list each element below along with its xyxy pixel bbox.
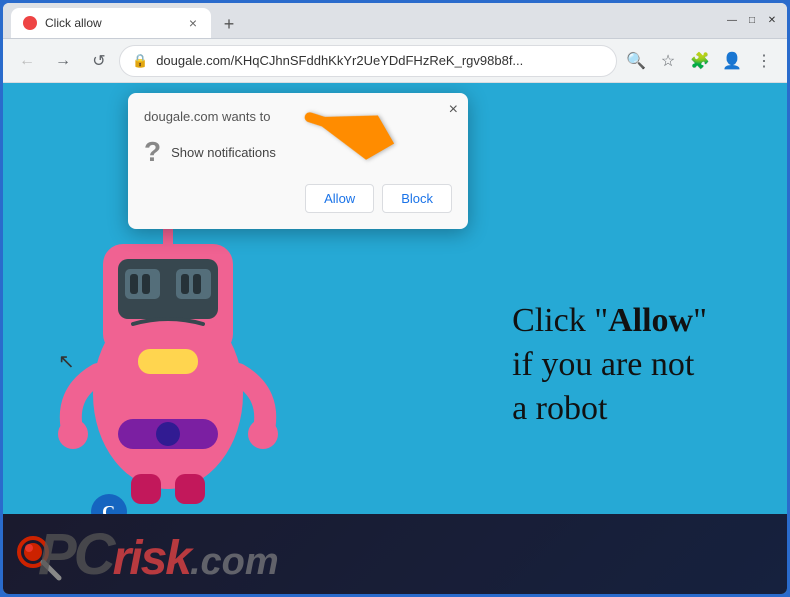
profile-icon-button[interactable]: 👤 [717,46,747,76]
pcrisk-pc: PC [38,521,113,588]
url-text: dougale.com/KHqCJhnSFddhKkYr2UeYDdFHzReK… [156,53,604,68]
active-tab[interactable]: Click allow × [11,8,211,38]
toolbar: ← → ↺ 🔒 dougale.com/KHqCJhnSFddhKkYr2UeY… [3,39,787,83]
toolbar-icons: 🔍 ☆ 🧩 👤 ⋮ [621,46,779,76]
popup-question-icon: ? [144,136,161,168]
tab-close-button[interactable]: × [187,14,199,32]
lock-icon: 🔒 [132,53,148,69]
browser-window: Click allow × + — □ ✕ ← → ↺ 🔒 dougale.co… [3,3,787,594]
forward-button[interactable]: → [47,45,79,77]
popup-notif-label: Show notifications [171,145,276,160]
page-content: × dougale.com wants to ? Show notificati… [3,83,787,594]
window-controls: — □ ✕ [725,14,779,28]
page-text-line2: if you are not [512,343,707,387]
pcrisk-watermark: PC risk .com [3,514,787,594]
tab-strip: Click allow × + [11,3,717,38]
page-text-line1: Click "Allow" [512,299,707,343]
block-button[interactable]: Block [382,184,452,213]
pcrisk-dotcom: .com [190,541,279,584]
extensions-icon-button[interactable]: 🧩 [685,46,715,76]
address-bar[interactable]: 🔒 dougale.com/KHqCJhnSFddhKkYr2UeYDdFHzR… [119,45,617,77]
page-text-block: Click "Allow" if you are not a robot [512,299,707,432]
new-tab-button[interactable]: + [215,10,243,38]
title-bar: Click allow × + — □ ✕ [3,3,787,39]
close-button[interactable]: ✕ [765,14,779,28]
popup-buttons: Allow Block [144,184,452,213]
maximize-button[interactable]: □ [745,14,759,28]
tab-title: Click allow [45,16,179,30]
pcrisk-text-group: PC risk .com [38,521,279,588]
popup-notification-row: ? Show notifications [144,136,452,168]
bookmark-icon-button[interactable]: ☆ [653,46,683,76]
search-icon-button[interactable]: 🔍 [621,46,651,76]
refresh-button[interactable]: ↺ [83,45,115,77]
pcrisk-risk: risk [113,531,190,586]
popup-close-button[interactable]: × [449,101,458,119]
back-button[interactable]: ← [11,45,43,77]
menu-icon-button[interactable]: ⋮ [749,46,779,76]
title-right: — □ ✕ [717,14,779,28]
page-text-line3: a robot [512,387,707,431]
tab-favicon [23,16,37,30]
minimize-button[interactable]: — [725,14,739,28]
mouse-cursor: ↖ [58,349,75,374]
